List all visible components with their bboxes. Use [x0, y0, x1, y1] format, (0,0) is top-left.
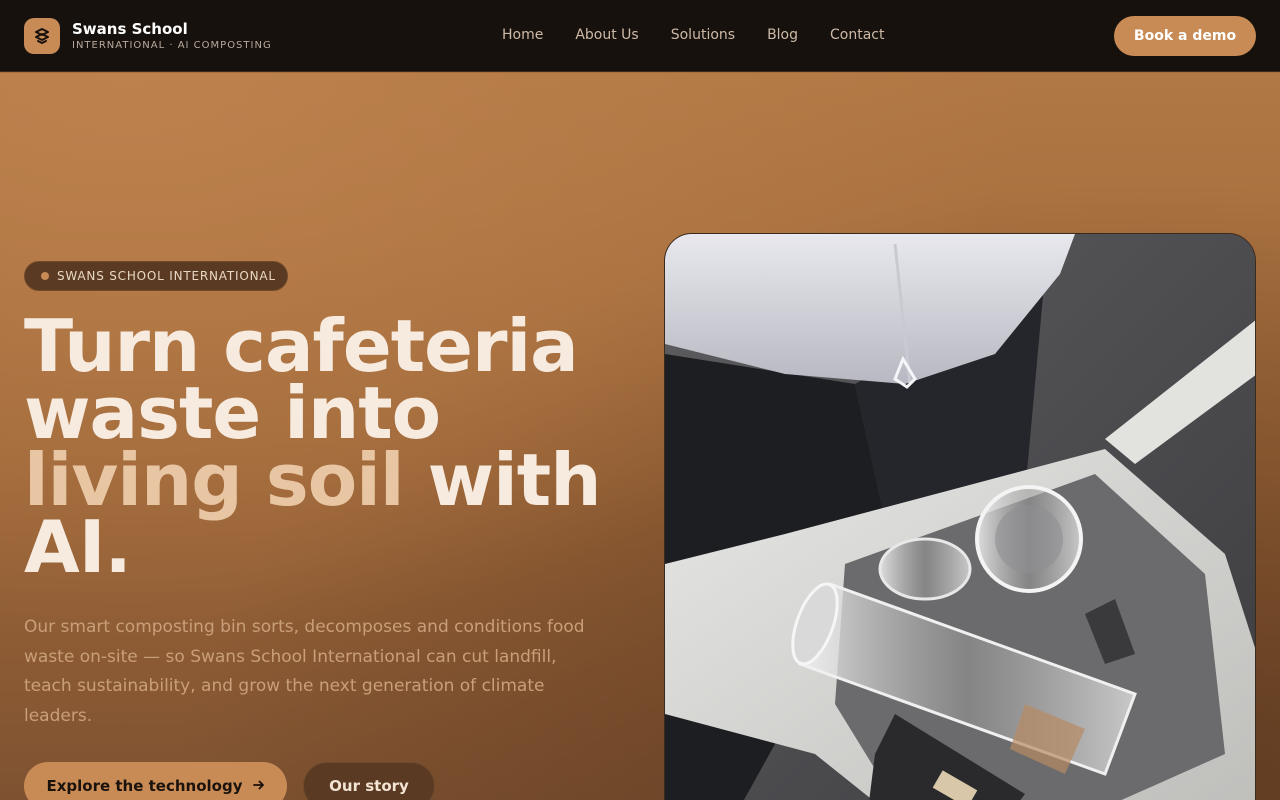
main-menu: Home About Us Solutions Blog Contact	[502, 26, 916, 44]
headline-after-accent: with	[403, 438, 602, 522]
explore-technology-label: Explore the technology	[46, 777, 243, 795]
nav-contact[interactable]: Contact	[830, 26, 884, 44]
badge-label: SWANS SCHOOL INTERNATIONAL	[57, 269, 276, 283]
hero-section: SWANS SCHOOL INTERNATIONAL Turn cafeteri…	[0, 73, 1280, 800]
hero-photo	[664, 233, 1256, 800]
hero-headline: Turn cafeteria waste into living soil wi…	[24, 310, 644, 583]
badge-dot-icon	[41, 272, 49, 280]
nav-home[interactable]: Home	[502, 26, 543, 44]
nav-blog[interactable]: Blog	[767, 26, 798, 44]
headline-line-4: AI.	[24, 505, 132, 589]
brand-subtitle: INTERNATIONAL · AI COMPOSTING	[72, 39, 272, 51]
explore-technology-button[interactable]: Explore the technology	[24, 762, 287, 800]
logo-icon	[24, 18, 60, 54]
top-navbar: Swans School INTERNATIONAL · AI COMPOSTI…	[0, 0, 1280, 72]
hero-badge: SWANS SCHOOL INTERNATIONAL	[24, 261, 288, 291]
hero-description: Our smart composting bin sorts, decompos…	[24, 617, 585, 726]
arrow-right-icon	[252, 779, 265, 794]
our-story-button[interactable]: Our story	[303, 762, 435, 800]
brand[interactable]: Swans School INTERNATIONAL · AI COMPOSTI…	[24, 18, 272, 54]
brand-title: Swans School	[72, 19, 188, 38]
nav-solutions[interactable]: Solutions	[671, 26, 735, 44]
nav-about-us[interactable]: About Us	[575, 26, 638, 44]
book-demo-button[interactable]: Book a demo	[1114, 16, 1256, 56]
